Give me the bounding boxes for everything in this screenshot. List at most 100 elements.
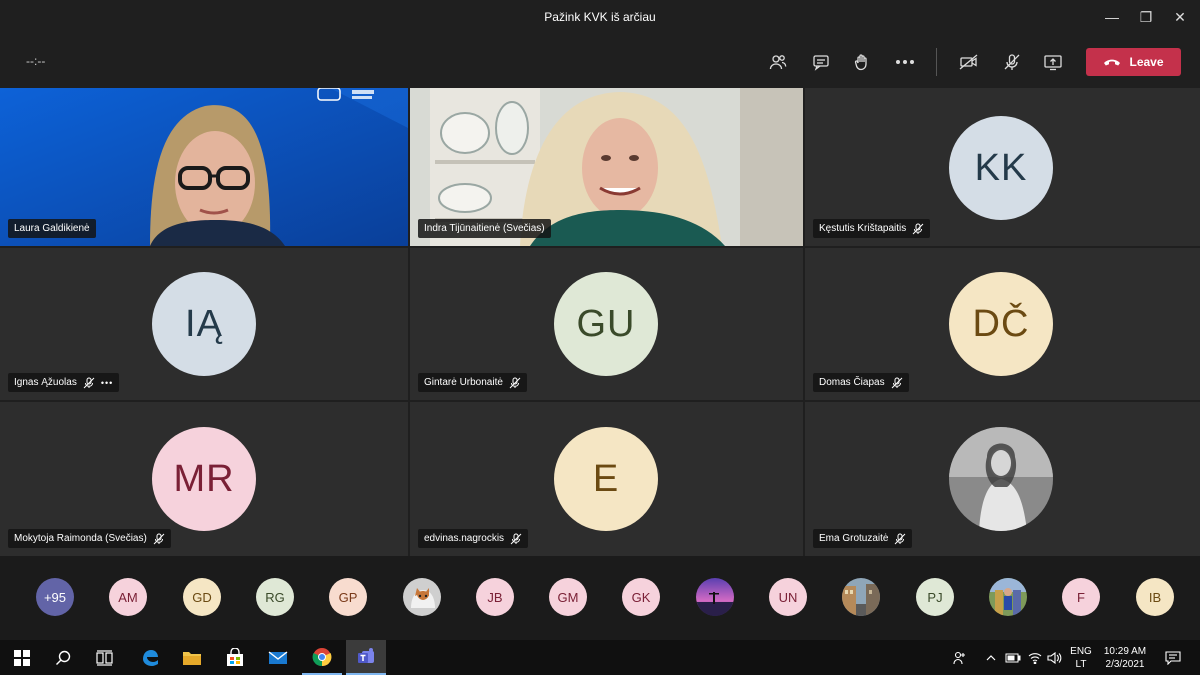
volume-icon[interactable] [1046, 640, 1064, 675]
mic-off-icon[interactable] [998, 48, 1026, 76]
avatar-initials: MR [173, 457, 235, 500]
search-icon[interactable] [43, 640, 83, 675]
clock[interactable]: 10:29 AM 2/3/2021 [1098, 640, 1152, 675]
avatar: E [554, 427, 658, 531]
avatar-initials: KK [974, 146, 1028, 189]
participant-avatar[interactable]: JB [476, 578, 514, 616]
nametag: Ignas Ąžuolas ••• [8, 373, 120, 392]
participant-photo-avatar[interactable] [989, 578, 1027, 616]
start-icon[interactable] [2, 640, 42, 675]
participant-photo-avatar[interactable] [696, 578, 734, 616]
participant-name: Ema Grotuzaitė [819, 533, 889, 544]
avatar-initials: GD [192, 589, 212, 605]
participant-avatar[interactable]: UN [769, 578, 807, 616]
video-tile-mokytoja-raimonda[interactable]: MR Mokytoja Raimonda (Svečias) [0, 402, 408, 556]
participant-avatar[interactable]: GD [183, 578, 221, 616]
avatar-initials: IĄ [185, 302, 223, 345]
more-options-icon[interactable] [891, 48, 919, 76]
avatar-initials: +95 [43, 589, 67, 605]
mic-off-icon [83, 377, 95, 389]
avatar-initials: RG [265, 589, 285, 605]
nametag: Mokytoja Raimonda (Svečias) [8, 529, 171, 548]
video-grid: Laura Galdikienė Indra Tijūnaitienė (Sve… [0, 88, 1200, 556]
notifications-icon[interactable] [1160, 640, 1186, 675]
video-tile-gintare-urbonaite[interactable]: GU Gintarė Urbonaitė [410, 248, 803, 400]
participant-avatar[interactable]: PJ [916, 578, 954, 616]
participant-name: Domas Čiapas [819, 377, 885, 388]
participants-icon[interactable] [764, 48, 792, 76]
mic-off-icon [153, 533, 165, 545]
participant-avatar[interactable]: F [1062, 578, 1100, 616]
people-icon[interactable] [950, 640, 970, 675]
participant-photo-avatar[interactable] [403, 578, 441, 616]
input-language[interactable]: ENG LT [1068, 640, 1094, 675]
video-tile-ema-grotuzaite[interactable]: Ema Grotuzaitė [805, 402, 1200, 556]
avatar-initials: DČ [972, 302, 1030, 345]
window-title: Pažink KVK iš arčiau [544, 10, 656, 24]
nametag: Kęstutis Krištapaitis [813, 219, 931, 238]
avatar-initials: JB [487, 589, 503, 605]
participant-name: Laura Galdikienė [14, 223, 90, 234]
mic-off-icon [510, 533, 522, 545]
participant-avatar[interactable]: GM [549, 578, 587, 616]
chat-icon[interactable] [807, 48, 835, 76]
participant-avatar[interactable]: AM [109, 578, 147, 616]
more-participants-badge[interactable]: +95 [36, 578, 74, 616]
share-screen-icon[interactable] [1039, 48, 1067, 76]
store-icon[interactable] [215, 640, 255, 675]
meeting-timer: --:-- [26, 54, 46, 68]
participant-avatar[interactable]: GP [329, 578, 367, 616]
nametag: Gintarė Urbonaitė [418, 373, 527, 392]
avatar-initials: GK [631, 589, 651, 605]
video-tile-ignas-azuolas[interactable]: IĄ Ignas Ąžuolas ••• [0, 248, 408, 400]
wifi-icon[interactable] [1026, 640, 1044, 675]
video-tile-laura-galdikiene[interactable]: Laura Galdikienė [0, 88, 408, 246]
video-tile-edvinas-nagrockis[interactable]: E edvinas.nagrockis [410, 402, 803, 556]
raise-hand-icon[interactable] [848, 48, 876, 76]
close-button[interactable]: ✕ [1160, 0, 1200, 34]
participant-name: Ignas Ąžuolas [14, 377, 77, 388]
chevron-up-icon[interactable] [983, 640, 999, 675]
avatar-initials: GM [557, 589, 579, 605]
participant-name: Gintarė Urbonaitė [424, 377, 503, 388]
participant-photo-avatar[interactable] [842, 578, 880, 616]
task-view-icon[interactable] [85, 640, 125, 675]
nametag: Laura Galdikienė [8, 219, 96, 238]
mic-off-icon [891, 377, 903, 389]
keyboard-layout: LT [1075, 658, 1087, 670]
avatar-initials: PJ [927, 589, 943, 605]
teams-icon[interactable] [346, 640, 386, 675]
participant-more-options-icon[interactable]: ••• [101, 378, 113, 388]
battery-icon[interactable] [1004, 640, 1022, 675]
camera-off-icon[interactable] [955, 48, 983, 76]
video-tile-domas-ciapas[interactable]: DČ Domas Čiapas [805, 248, 1200, 400]
participant-avatar[interactable]: IB [1136, 578, 1174, 616]
video-tile-indra-tijunaitiene[interactable]: Indra Tijūnaitienė (Svečias) [410, 88, 803, 246]
participant-avatar[interactable]: RG [256, 578, 294, 616]
avatar: KK [949, 116, 1053, 220]
avatar-initials: UN [778, 589, 798, 605]
participant-strip: +95 AM GD RG GP JB GM GK UN PJ F IB [0, 556, 1200, 640]
video-tile-kestutis-kristapaitis[interactable]: KK Kęstutis Krištapaitis [805, 88, 1200, 246]
hang-up-icon [1104, 59, 1121, 66]
meeting-toolbar: --:-- Leave [0, 34, 1200, 88]
nametag: edvinas.nagrockis [418, 529, 529, 548]
file-explorer-icon[interactable] [172, 640, 212, 675]
avatar-initials: F [1077, 589, 1085, 605]
toolbar-divider [936, 48, 937, 76]
participant-name: Kęstutis Krištapaitis [819, 223, 907, 234]
participant-name: Mokytoja Raimonda (Svečias) [14, 533, 147, 544]
title-bar: Pažink KVK iš arčiau — ❐ ✕ [0, 0, 1200, 34]
participant-avatar[interactable]: GK [622, 578, 660, 616]
windows-taskbar: ENG LT 10:29 AM 2/3/2021 [0, 640, 1200, 675]
leave-button[interactable]: Leave [1086, 48, 1181, 76]
mic-off-icon [509, 377, 521, 389]
mail-icon[interactable] [258, 640, 298, 675]
clock-date: 2/3/2021 [1105, 658, 1145, 670]
edge-browser-icon[interactable] [130, 640, 170, 675]
avatar: GU [554, 272, 658, 376]
nametag: Indra Tijūnaitienė (Svečias) [418, 219, 551, 238]
chrome-icon[interactable] [302, 640, 342, 675]
avatar: DČ [949, 272, 1053, 376]
avatar-initials: IB [1148, 589, 1162, 605]
